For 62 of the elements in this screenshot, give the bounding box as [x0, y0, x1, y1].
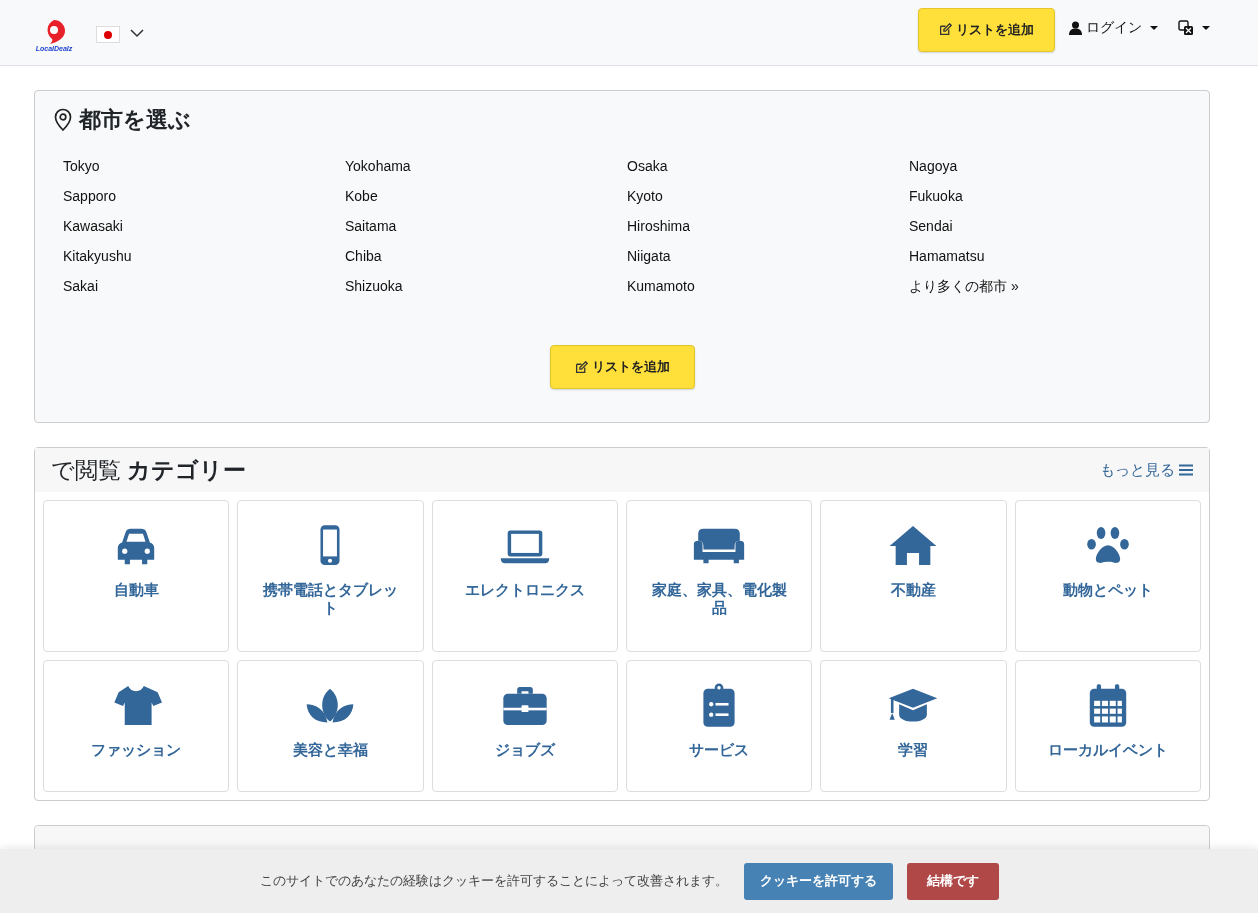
category-label: 家庭、家具、電化製品: [650, 581, 788, 617]
city-link[interactable]: Kumamoto: [627, 277, 909, 295]
category-tile[interactable]: 家庭、家具、電化製品: [626, 500, 813, 652]
category-label: ファッション: [91, 741, 182, 759]
city-link[interactable]: Fukuoka: [909, 187, 1191, 205]
category-tile[interactable]: 学習: [820, 660, 1007, 792]
city-link[interactable]: Hamamatsu: [909, 247, 1191, 265]
decline-button[interactable]: 結構です: [906, 862, 999, 900]
category-tile[interactable]: 携帯電話とタブレット: [237, 500, 424, 652]
see-more-link[interactable]: もっと見る: [1100, 460, 1193, 480]
category-label: サービス: [689, 741, 750, 759]
menu-icon: [1179, 464, 1193, 476]
category-label: ジョブズ: [494, 741, 555, 759]
category-label: 自動車: [113, 581, 159, 599]
category-label: 動物とペット: [1062, 581, 1153, 599]
language-flag-icon[interactable]: [96, 26, 120, 43]
city-link[interactable]: Hiroshima: [627, 217, 909, 235]
category-tile[interactable]: エレクトロニクス: [431, 500, 618, 652]
city-link[interactable]: Osaka: [627, 157, 909, 175]
city-link[interactable]: Kyoto: [627, 187, 909, 205]
map-pin-icon: [53, 108, 73, 132]
city-link[interactable]: Shizuoka: [345, 277, 627, 295]
chevron-down-icon[interactable]: [130, 27, 144, 38]
category-tile[interactable]: ローカルイベント: [1014, 660, 1201, 792]
city-link[interactable]: Tokyo: [63, 157, 345, 175]
category-tile[interactable]: ジョブズ: [431, 660, 618, 792]
category-label: 不動産: [891, 581, 936, 599]
cookie-message: このサイトでのあなたの経験はクッキーを許可することによって改善されます。: [259, 872, 728, 890]
category-tile[interactable]: 不動産: [820, 500, 1007, 652]
city-link[interactable]: Sakai: [63, 277, 345, 295]
user-icon: [1069, 20, 1082, 35]
city-link[interactable]: Kawasaki: [63, 217, 345, 235]
section-title: 都市を選ぶ: [79, 106, 191, 134]
city-link[interactable]: Chiba: [345, 247, 627, 265]
edit-icon: [939, 23, 952, 36]
city-link[interactable]: Kobe: [345, 187, 627, 205]
translate-icon: [1178, 19, 1194, 36]
add-listing-button[interactable]: リストを追加: [549, 345, 695, 389]
category-tile[interactable]: 動物とペット: [1014, 500, 1201, 652]
category-label: 美容と幸福: [293, 741, 368, 759]
accept-cookies-button[interactable]: クッキーを許可する: [743, 862, 893, 900]
category-tile[interactable]: 自動車: [43, 500, 230, 652]
category-tile[interactable]: サービス: [626, 660, 813, 792]
category-label: 携帯電話とタブレット: [262, 581, 399, 617]
category-label: ローカルイベント: [1047, 741, 1168, 759]
login-dropdown[interactable]: ログイン: [1069, 18, 1158, 37]
city-link[interactable]: Nagoya: [909, 157, 1191, 175]
section-title: で閲覧 カテゴリー: [51, 455, 247, 485]
city-link[interactable]: より多くの都市 »: [909, 277, 1191, 295]
city-link[interactable]: Yokohama: [345, 157, 627, 175]
category-tile[interactable]: 美容と幸福: [237, 660, 424, 792]
translate-dropdown[interactable]: [1178, 19, 1210, 36]
category-tile[interactable]: ファッション: [43, 660, 230, 792]
city-link[interactable]: Saitama: [345, 217, 627, 235]
city-link[interactable]: Niigata: [627, 247, 909, 265]
city-link[interactable]: Sapporo: [63, 187, 345, 205]
add-listing-button[interactable]: リストを追加: [918, 7, 1055, 52]
category-label: エレクトロニクス: [464, 581, 585, 599]
edit-icon: [574, 360, 588, 374]
city-link[interactable]: Sendai: [909, 217, 1191, 235]
city-link[interactable]: Kitakyushu: [63, 247, 345, 265]
category-label: 学習: [898, 741, 929, 759]
